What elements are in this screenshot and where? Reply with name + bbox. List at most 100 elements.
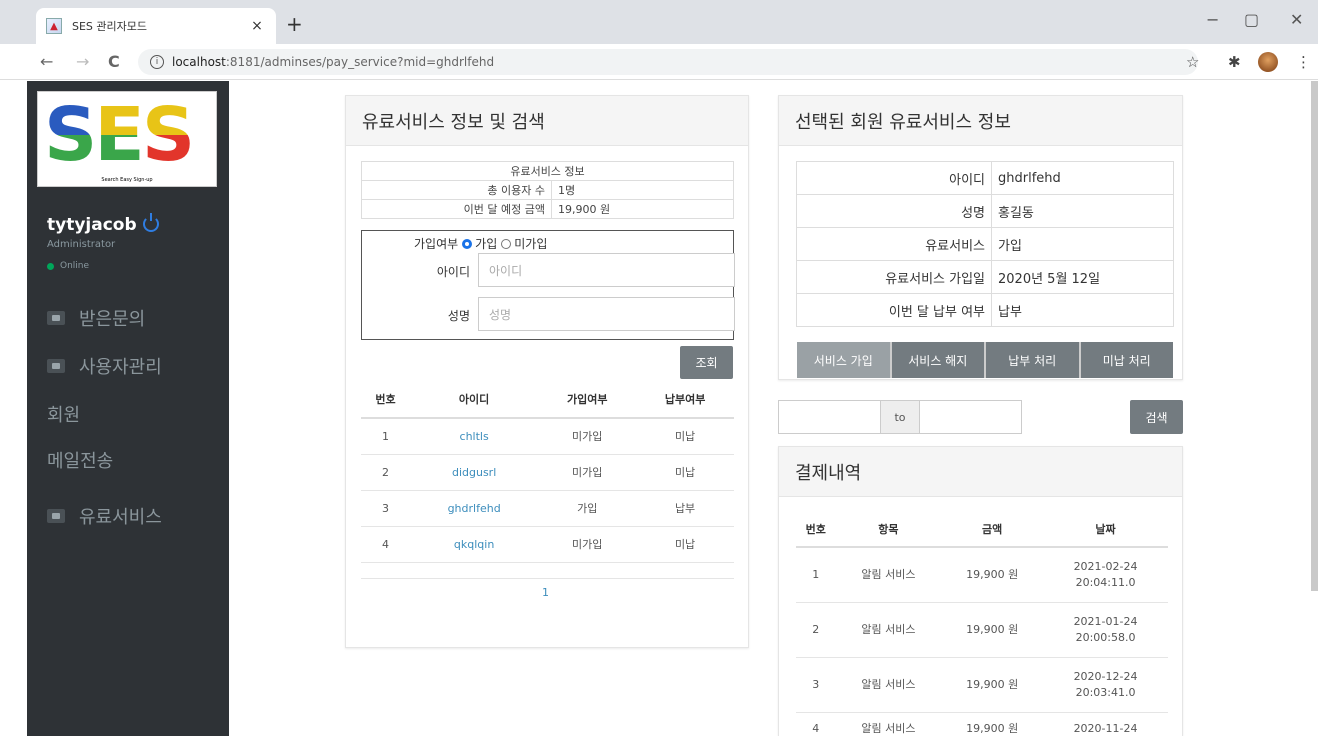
ses-logo[interactable]: S E S Search Easy Sign-up bbox=[37, 91, 217, 187]
panel-title: 유료서비스 정보 및 검색 bbox=[346, 96, 748, 146]
bookmark-star-icon[interactable]: ☆ bbox=[1186, 53, 1199, 71]
payment-table: 번호 항목 금액 날짜 1 알림 서비스 19,900 원 2021-02-24… bbox=[796, 511, 1168, 736]
info-icon[interactable]: i bbox=[150, 55, 164, 69]
action-buttons: 서비스 가입 서비스 해지 납부 처리 미납 처리 bbox=[797, 342, 1173, 378]
member-id-link[interactable]: chltls bbox=[460, 430, 489, 443]
cell-item: 알림 서비스 bbox=[835, 656, 942, 712]
sidebar-item-members[interactable]: 회원 bbox=[47, 401, 80, 427]
member-table: 번호 아이디 가입여부 납부여부 1 chltls 미가입 미납 2 didgu… bbox=[361, 380, 734, 579]
col-header-item: 항목 bbox=[835, 511, 942, 548]
cell-join: 가입 bbox=[538, 489, 637, 526]
sidebar: S E S Search Easy Sign-up tytyjacob Admi… bbox=[27, 81, 229, 736]
radio-join[interactable] bbox=[462, 238, 473, 249]
cell-paid: 납부 bbox=[636, 489, 734, 526]
pagination-page[interactable]: 1 bbox=[542, 586, 549, 599]
forward-icon[interactable]: → bbox=[76, 52, 89, 71]
minimize-icon[interactable]: − bbox=[1206, 10, 1219, 29]
sidebar-item-send-mail[interactable]: 메일전송 bbox=[47, 447, 113, 473]
cell-no: 1 bbox=[361, 417, 410, 454]
sidebar-item-inquiries[interactable]: 받은문의 bbox=[47, 305, 145, 331]
logo-letter-s: S bbox=[44, 92, 97, 178]
mark-unpaid-button[interactable]: 미납 처리 bbox=[1080, 342, 1173, 378]
service-info-table: 유료서비스 정보 총 이용자 수 1명 이번 달 예정 금액 19,900 원 bbox=[361, 161, 734, 219]
date-text: 2020-11-24 bbox=[1073, 721, 1138, 735]
address-bar: ← → C i localhost:8181/adminses/pay_serv… bbox=[0, 44, 1318, 80]
col-header-date: 날짜 bbox=[1043, 511, 1168, 548]
browser-tab-bar: ▲ SES 관리자모드 × + − ▢ ✕ bbox=[0, 0, 1318, 44]
sidebar-item-paid-service[interactable]: 유료서비스 bbox=[47, 503, 162, 529]
table-row: 3 ghdrlfehd 가입 납부 bbox=[361, 489, 734, 526]
col-header-id: 아이디 bbox=[409, 380, 539, 419]
table-row: 1 chltls 미가입 미납 bbox=[361, 417, 734, 454]
extensions-icon[interactable]: ✱ bbox=[1228, 53, 1241, 71]
logo-letter-e: E bbox=[94, 92, 145, 178]
online-dot-icon bbox=[47, 262, 54, 270]
browser-menu-icon[interactable]: ⋮ bbox=[1296, 53, 1311, 71]
member-id-link[interactable]: qkqlqin bbox=[454, 538, 494, 551]
table-header-row: 번호 항목 금액 날짜 bbox=[796, 511, 1168, 548]
maximize-icon[interactable]: ▢ bbox=[1244, 10, 1259, 29]
info-value: 19,900 원 bbox=[551, 199, 734, 219]
close-window-icon[interactable]: ✕ bbox=[1290, 10, 1303, 29]
mark-paid-button[interactable]: 납부 처리 bbox=[986, 342, 1081, 378]
browser-tab[interactable]: ▲ SES 관리자모드 × bbox=[36, 8, 276, 44]
search-form: 가입여부 가입 미가입 아이디 아이디 성명 성명 bbox=[361, 230, 735, 340]
page-scrollbar[interactable] bbox=[1311, 81, 1318, 591]
table-row: 2 didgusrl 미가입 미납 bbox=[361, 453, 734, 490]
name-label: 성명 bbox=[447, 309, 470, 323]
sidebar-item-user-management[interactable]: 사용자관리 bbox=[47, 353, 162, 379]
time-text: 20:03:41.0 bbox=[1075, 685, 1136, 699]
member-detail-table: 아이디 ghdrlfehd 성명 홍길동 유료서비스 가입 유료서비스 가입일 2020… bbox=[796, 161, 1174, 327]
cell-no: 2 bbox=[361, 453, 410, 490]
service-cancel-button[interactable]: 서비스 해지 bbox=[891, 342, 986, 378]
detail-value: 납부 bbox=[991, 293, 1174, 327]
col-header-amount: 금액 bbox=[941, 511, 1044, 548]
back-icon[interactable]: ← bbox=[40, 52, 53, 71]
date-text: 2020-12-24 bbox=[1073, 669, 1138, 683]
radio-not-join[interactable] bbox=[501, 238, 512, 249]
cell-no: 3 bbox=[796, 656, 836, 712]
panel-title: 선택된 회원 유료서비스 정보 bbox=[779, 96, 1182, 146]
reload-icon[interactable]: C bbox=[108, 52, 120, 71]
date-search-button[interactable]: 검색 bbox=[1130, 400, 1183, 434]
selected-member-panel: 선택된 회원 유료서비스 정보 아이디 ghdrlfehd 성명 홍길동 유료서비스… bbox=[778, 95, 1183, 380]
table-row: 4 알림 서비스 19,900 원 2020-11-24 bbox=[796, 711, 1168, 736]
tab-close-icon[interactable]: × bbox=[248, 18, 266, 34]
cell-no: 4 bbox=[796, 711, 836, 736]
cell-no: 4 bbox=[361, 525, 410, 562]
url-field[interactable]: i localhost:8181/adminses/pay_service?mi… bbox=[138, 49, 1198, 75]
member-id-link[interactable]: didgusrl bbox=[452, 466, 496, 479]
date-from-input[interactable] bbox=[778, 400, 881, 434]
id-input[interactable]: 아이디 bbox=[478, 253, 735, 287]
date-to-label: to bbox=[880, 400, 920, 434]
power-icon[interactable] bbox=[142, 213, 159, 232]
sidebar-item-label: 메일전송 bbox=[47, 451, 114, 472]
cell-date: 2021-02-24 20:04:11.0 bbox=[1043, 546, 1168, 602]
date-text: 2021-01-24 bbox=[1073, 614, 1138, 628]
profile-avatar[interactable] bbox=[1258, 52, 1278, 72]
col-header-no: 번호 bbox=[361, 380, 410, 419]
url-path: :8181/adminses/pay_service?mid=ghdrlfehd bbox=[225, 55, 495, 69]
table-row: 4 qkqlqin 미가입 미납 bbox=[361, 525, 734, 562]
paid-service-search-panel: 유료서비스 정보 및 검색 유료서비스 정보 총 이용자 수 1명 이번 달 예정… bbox=[345, 95, 749, 648]
new-tab-icon[interactable]: + bbox=[286, 12, 303, 36]
name-input[interactable]: 성명 bbox=[478, 297, 735, 331]
cell-paid: 미납 bbox=[636, 417, 734, 454]
search-button[interactable]: 조회 bbox=[680, 346, 733, 379]
detail-key: 유료서비스 bbox=[796, 227, 992, 261]
member-id-link[interactable]: ghdrlfehd bbox=[448, 502, 501, 515]
user-name: tytyjacob bbox=[47, 213, 159, 235]
date-to-input[interactable] bbox=[919, 400, 1022, 434]
url-host: localhost bbox=[172, 55, 226, 69]
cell-amount: 19,900 원 bbox=[941, 546, 1044, 602]
col-header-paid: 납부여부 bbox=[636, 380, 734, 419]
favicon-icon: ▲ bbox=[46, 18, 62, 34]
radio-join-label: 가입 bbox=[475, 237, 498, 251]
service-join-button[interactable]: 서비스 가입 bbox=[797, 342, 892, 378]
info-caption: 유료서비스 정보 bbox=[361, 161, 734, 181]
date-text: 2021-02-24 bbox=[1073, 559, 1138, 573]
user-icon bbox=[47, 359, 65, 373]
cell-no: 2 bbox=[796, 601, 836, 657]
chat-icon bbox=[47, 311, 65, 325]
info-key: 총 이용자 수 bbox=[361, 180, 552, 200]
